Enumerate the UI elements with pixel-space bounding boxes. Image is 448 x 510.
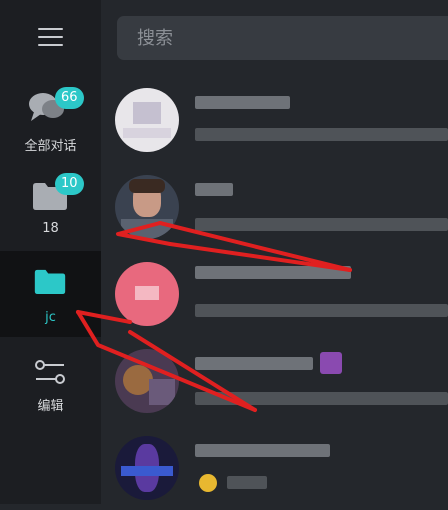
chat-list-panel (101, 0, 448, 504)
sliders-icon (35, 360, 65, 384)
chat-title-redacted (195, 357, 313, 370)
avatar (115, 262, 179, 326)
unread-count-badge: 10 (55, 173, 84, 195)
chat-list-item[interactable] (101, 76, 448, 162)
sidebar-item-label: 18 (42, 221, 59, 236)
chat-preview-redacted (227, 476, 267, 489)
sidebar-item-all-chats[interactable]: 66 全部对话 (0, 80, 101, 160)
chat-list-item[interactable] (101, 250, 448, 336)
chat-preview-redacted (195, 128, 448, 141)
chat-preview-redacted (195, 304, 448, 317)
search-input[interactable] (117, 16, 448, 60)
chat-list-item[interactable] (101, 424, 448, 510)
sidebar: 66 全部对话 10 18 jc 编辑 (0, 0, 101, 504)
avatar (115, 349, 179, 413)
chat-title-redacted (195, 266, 351, 279)
avatar (115, 175, 179, 239)
sidebar-item-label: 全部对话 (24, 139, 77, 154)
sidebar-item-label: 编辑 (37, 399, 64, 414)
chat-title-redacted (195, 183, 233, 196)
avatar (115, 88, 179, 152)
chat-title-redacted (195, 96, 290, 109)
chat-list-item[interactable] (101, 337, 448, 423)
sidebar-item-label: jc (45, 310, 56, 325)
folder-icon (34, 269, 66, 294)
chat-title-redacted (195, 444, 330, 457)
sidebar-item-edit[interactable]: 编辑 (0, 345, 101, 425)
emoji-redacted (320, 352, 342, 374)
chat-list-item[interactable] (101, 163, 448, 249)
sidebar-item-folder-jc[interactable]: jc (0, 251, 101, 337)
menu-icon[interactable] (38, 28, 63, 48)
unread-count-badge: 66 (55, 87, 84, 109)
emoji-redacted (199, 474, 217, 492)
chat-preview-redacted (195, 392, 448, 405)
sidebar-item-folder-18[interactable]: 10 18 (0, 165, 101, 245)
chat-preview-redacted (195, 218, 448, 231)
avatar (115, 436, 179, 500)
